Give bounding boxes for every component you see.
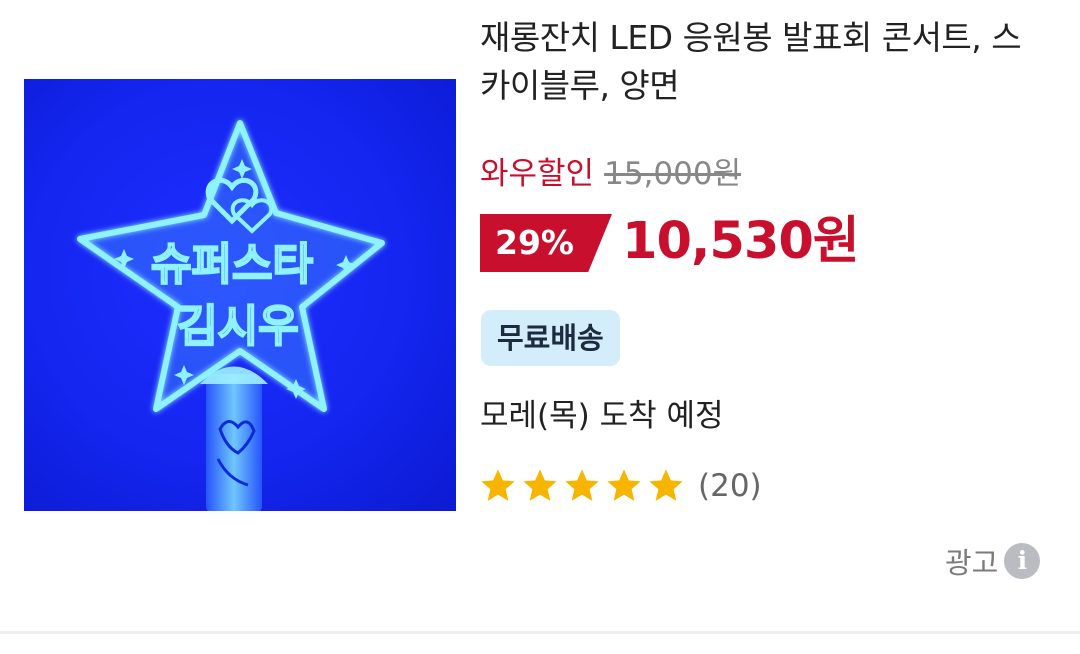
star-icon [565,469,599,501]
product-card[interactable]: 슈퍼스타 김시우 재롱잔치 LED 응원봉 발표회 콘서트, 스카이블루, 양면… [0,0,1080,654]
star-icon [607,469,641,501]
image-text-line2: 김시우 [177,301,298,352]
image-text-line1: 슈퍼스타 [151,239,313,290]
ad-label[interactable]: 광고 i [945,540,1041,582]
sale-price: 10,530원 [622,212,860,271]
review-count[interactable]: (20) [698,468,762,504]
product-title[interactable]: 재롱잔치 LED 응원봉 발표회 콘서트, 스카이블루, 양면 [480,14,1050,110]
product-image[interactable]: 슈퍼스타 김시우 [24,79,456,511]
star-rating [478,466,688,506]
discount-rate-badge: 29% [480,214,612,272]
arrival-estimate: 모레(목) 도착 예정 [480,398,724,434]
ad-label-text: 광고 [945,546,999,580]
lightstick-handle [206,374,262,511]
rating-row: (20) [478,462,762,510]
original-price: 15,000원 [604,156,742,192]
wow-discount-label: 와우할인 [480,156,595,192]
divider [0,631,1080,634]
star-icon [649,469,683,501]
wow-discount-row: 와우할인 15,000원 [480,154,741,194]
star-icon [481,469,515,501]
lightstick-illustration: 슈퍼스타 김시우 [77,120,385,511]
info-icon[interactable]: i [1004,543,1041,579]
star-icon [523,469,557,501]
free-shipping-badge: 무료배송 [481,310,620,366]
